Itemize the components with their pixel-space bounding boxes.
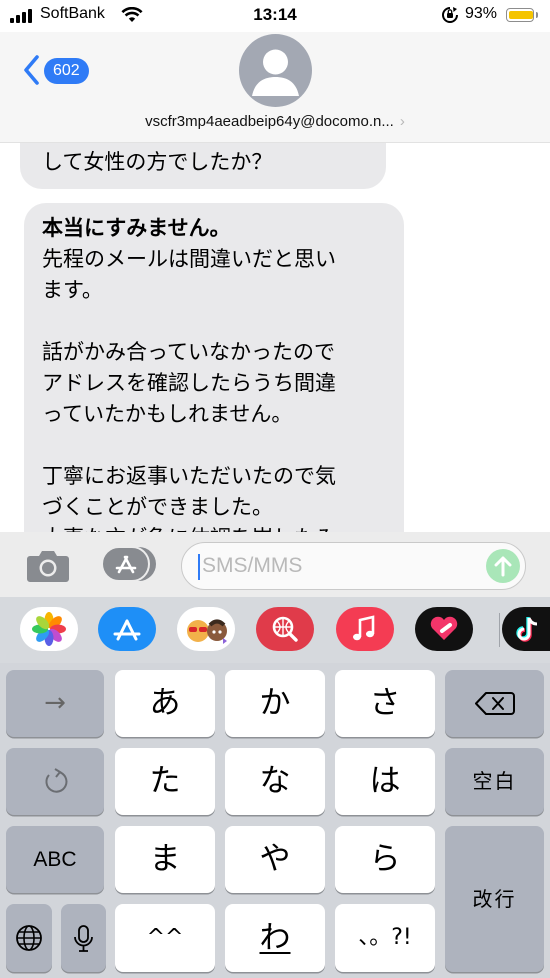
memoji-icon[interactable] <box>177 607 235 651</box>
tiktok-icon[interactable] <box>502 607 550 651</box>
abc-key[interactable]: ABC <box>6 826 104 893</box>
person-icon <box>252 49 299 96</box>
heart-app-icon[interactable] <box>415 607 473 651</box>
compose-bar: SMS/MMS <box>0 532 550 597</box>
delete-backward-icon <box>475 692 515 715</box>
kana-key-ra[interactable]: ら <box>335 826 435 893</box>
conversation-header: 602 vscfr3mp4aeadbeip64y@docomo.n... › <box>0 32 550 143</box>
message-list[interactable]: して女性の方でしたか？ 本当にすみません。先程のメールは間違いだと思い ます。 … <box>0 143 550 532</box>
kana-key-ta[interactable]: た <box>115 748 215 815</box>
photos-icon[interactable] <box>20 607 78 651</box>
app-store-button-icon[interactable] <box>102 547 156 581</box>
undo-icon <box>45 768 68 793</box>
send-button[interactable] <box>486 549 520 583</box>
space-key[interactable]: 空白 <box>445 748 544 815</box>
status-bar: SoftBank 13:14 93% <box>0 0 550 32</box>
music-icon[interactable] <box>336 607 394 651</box>
message-bubble[interactable]: して女性の方でしたか？ <box>20 143 386 189</box>
contact-avatar[interactable] <box>239 34 312 107</box>
imessage-app-drawer <box>0 597 550 663</box>
battery-icon <box>506 8 538 22</box>
message-text: 先程のメールは間違いだと思い ます。 話がかみ合っていなかったので アドレスを確… <box>42 247 336 532</box>
kana-key-na[interactable]: な <box>225 748 325 815</box>
camera-icon[interactable] <box>26 549 70 583</box>
unread-count-badge[interactable]: 602 <box>44 58 89 84</box>
flick-keyboard: → ABC あ か さ た な は ま や ら ^^ わ 、。?! 空白 改行 <box>0 663 550 978</box>
contact-address-row[interactable]: vscfr3mp4aeadbeip64y@docomo.n... › <box>0 113 550 130</box>
dictation-key[interactable] <box>61 904 106 972</box>
back-chevron-icon[interactable] <box>22 54 40 86</box>
rotation-lock-icon <box>442 7 458 23</box>
kana-key-a[interactable]: あ <box>115 670 215 737</box>
contact-address: vscfr3mp4aeadbeip64y@docomo.n... <box>145 113 394 130</box>
kana-key-ha[interactable]: は <box>335 748 435 815</box>
kana-key-ma[interactable]: ま <box>115 826 215 893</box>
search-globe-icon[interactable] <box>256 607 314 651</box>
arrow-right-key[interactable]: → <box>6 670 104 737</box>
kana-key-wa[interactable]: わ <box>225 904 325 972</box>
drawer-divider <box>499 613 500 647</box>
app-store-icon[interactable] <box>98 607 156 651</box>
globe-key[interactable] <box>6 904 52 972</box>
battery-percent: 93% <box>465 5 498 22</box>
text-caret <box>198 554 200 580</box>
globe-icon <box>16 925 42 951</box>
message-bold-line: 本当にすみません。 <box>42 216 231 240</box>
message-input-placeholder: SMS/MMS <box>202 554 303 577</box>
punctuation-key[interactable]: 、。?! <box>335 904 435 972</box>
kana-key-ya[interactable]: や <box>225 826 325 893</box>
microphone-icon <box>74 925 93 952</box>
message-input[interactable]: SMS/MMS <box>181 542 526 590</box>
kana-key-ka[interactable]: か <box>225 670 325 737</box>
chevron-right-icon: › <box>399 113 405 130</box>
kaomoji-key[interactable]: ^^ <box>115 904 215 972</box>
message-bubble[interactable]: 本当にすみません。先程のメールは間違いだと思い ます。 話がかみ合っていなかった… <box>24 203 404 532</box>
delete-key[interactable] <box>445 670 544 737</box>
kana-key-sa[interactable]: さ <box>335 670 435 737</box>
return-key[interactable]: 改行 <box>445 826 544 972</box>
arrow-up-icon <box>494 556 512 577</box>
undo-key[interactable] <box>6 748 104 815</box>
